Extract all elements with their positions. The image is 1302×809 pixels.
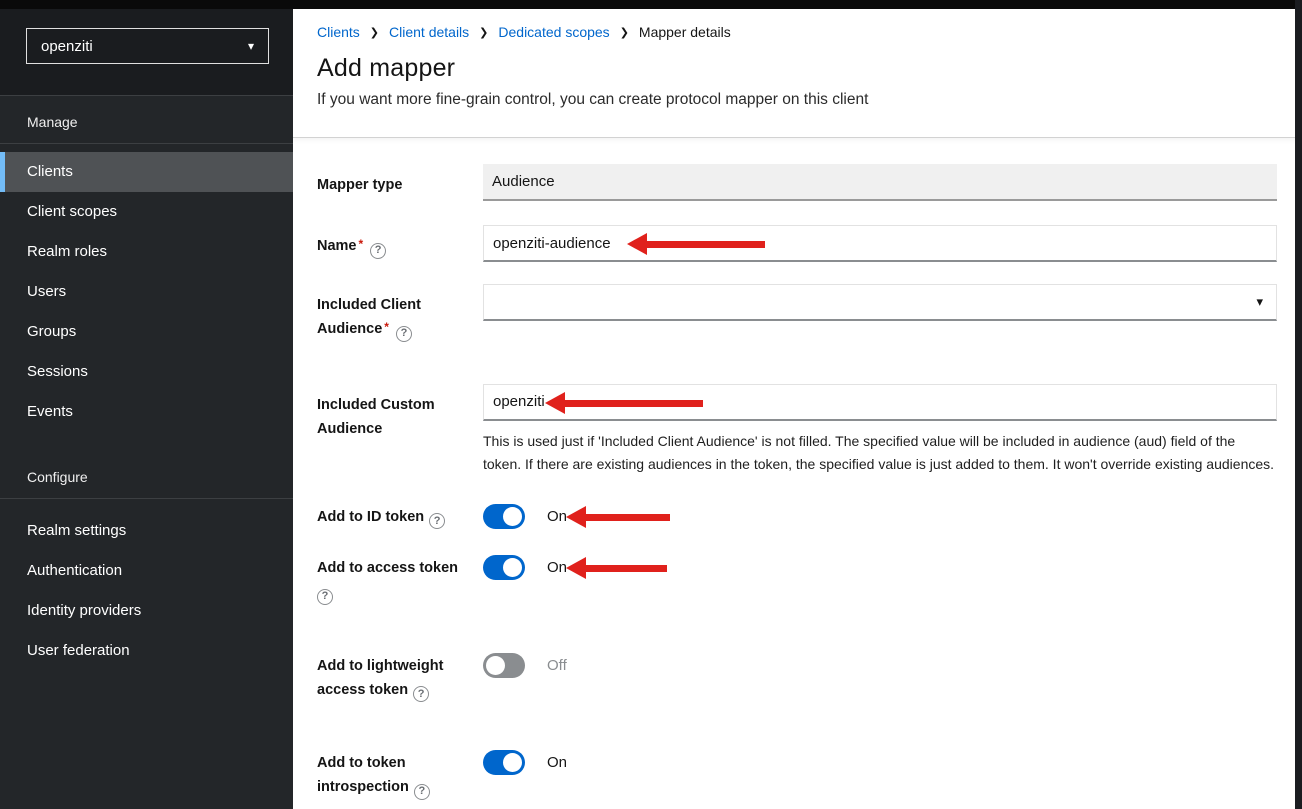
toggle-knob [503,558,522,577]
included-client-audience-select[interactable]: ▾ [483,284,1277,321]
add-to-id-token-toggle[interactable] [483,504,525,529]
sidebar-item-user-federation[interactable]: User federation [0,631,293,671]
add-to-access-token-toggle[interactable] [483,555,525,580]
add-to-token-introspection-label-line1: Add to token [317,755,406,771]
toggle-knob [503,507,522,526]
help-icon[interactable]: ? [396,326,412,342]
main-content: Clients ❯ Client details ❯ Dedicated sco… [293,0,1302,809]
add-to-id-token-label: Add to ID token [317,509,424,525]
nav-list-manage: Clients Client scopes Realm roles Users … [0,144,293,432]
realm-selector-area: openziti ▾ [0,0,293,96]
required-asterisk: * [357,237,366,251]
add-to-access-token-row: Add to access token ? On [317,555,1277,605]
included-custom-audience-helper: This is used just if 'Included Client Au… [483,430,1277,476]
required-asterisk: * [382,320,391,334]
add-to-lightweight-access-token-state: Off [547,657,567,674]
chevron-down-icon: ▾ [248,39,254,53]
page-subtitle: If you want more fine-grain control, you… [317,91,1278,109]
breadcrumb-dedicated-scopes[interactable]: Dedicated scopes [498,24,609,40]
sidebar-item-groups[interactable]: Groups [0,312,293,352]
add-to-access-token-state: On [547,559,567,576]
included-custom-audience-label-line2: Audience [317,421,382,437]
help-icon[interactable]: ? [414,784,430,800]
included-custom-audience-input[interactable] [483,384,1277,421]
page-title: Add mapper [317,54,1278,83]
sidebar-item-realm-settings[interactable]: Realm settings [0,511,293,551]
name-input[interactable] [483,225,1277,262]
sidebar: openziti ▾ Manage Clients Client scopes … [0,0,293,809]
nav-list-configure: Realm settings Authentication Identity p… [0,499,293,671]
add-to-access-token-label: Add to access token [317,560,458,576]
sidebar-item-events[interactable]: Events [0,392,293,432]
breadcrumb-clients[interactable]: Clients [317,24,360,40]
included-client-audience-label-line1: Included Client [317,297,421,313]
add-to-token-introspection-toggle[interactable] [483,750,525,775]
sidebar-item-client-scopes[interactable]: Client scopes [0,192,293,232]
breadcrumb-separator-icon: ❯ [360,26,389,39]
add-to-lightweight-access-token-row: Add to lightweight access token? Off [317,653,1277,703]
sidebar-item-realm-roles[interactable]: Realm roles [0,232,293,272]
add-to-lightweight-access-token-toggle[interactable] [483,653,525,678]
add-to-token-introspection-label-line2: introspection [317,779,409,795]
nav-group-configure: Configure [0,432,293,499]
masthead-strip [0,0,1302,9]
add-to-id-token-state: On [547,508,567,525]
sidebar-item-identity-providers[interactable]: Identity providers [0,591,293,631]
sidebar-item-users[interactable]: Users [0,272,293,312]
help-icon[interactable]: ? [370,243,386,259]
vertical-scrollbar[interactable] [1295,0,1302,809]
breadcrumb-mapper-details: Mapper details [639,24,731,40]
add-to-token-introspection-state: On [547,754,567,771]
name-label: Name [317,238,357,254]
help-icon[interactable]: ? [429,513,445,529]
sidebar-item-authentication[interactable]: Authentication [0,551,293,591]
toggle-knob [486,656,505,675]
sidebar-item-clients[interactable]: Clients [0,152,293,192]
included-custom-audience-row: Included Custom Audience This is used ju… [317,384,1277,476]
breadcrumb-client-details[interactable]: Client details [389,24,469,40]
add-to-id-token-row: Add to ID token? On [317,504,1277,530]
sidebar-item-sessions[interactable]: Sessions [0,352,293,392]
mapper-type-field: Audience [483,164,1277,201]
add-to-lightweight-label-line2: access token [317,682,408,698]
chevron-down-icon: ▾ [1256,294,1267,310]
included-client-audience-label-line2: Audience [317,321,382,337]
realm-selector-dropdown[interactable]: openziti ▾ [26,28,269,64]
breadcrumb-separator-icon: ❯ [610,26,639,39]
toggle-knob [503,753,522,772]
help-icon[interactable]: ? [413,686,429,702]
name-row: Name*? [317,225,1277,262]
realm-name: openziti [41,38,93,55]
included-client-audience-row: Included Client Audience*? ▾ [317,284,1277,342]
help-icon[interactable]: ? [317,589,333,605]
page-header: Clients ❯ Client details ❯ Dedicated sco… [293,0,1302,138]
breadcrumb-separator-icon: ❯ [469,26,498,39]
breadcrumb: Clients ❯ Client details ❯ Dedicated sco… [317,24,1278,40]
add-to-lightweight-label-line1: Add to lightweight [317,658,443,674]
add-to-token-introspection-row: Add to token introspection? On [317,750,1277,800]
mapper-type-row: Mapper type Audience [317,164,1277,201]
nav-group-manage: Manage [0,96,293,144]
mapper-type-label: Mapper type [317,164,483,201]
mapper-form: Mapper type Audience Name*? Included Cli… [293,138,1302,809]
included-custom-audience-label-line1: Included Custom [317,397,435,413]
